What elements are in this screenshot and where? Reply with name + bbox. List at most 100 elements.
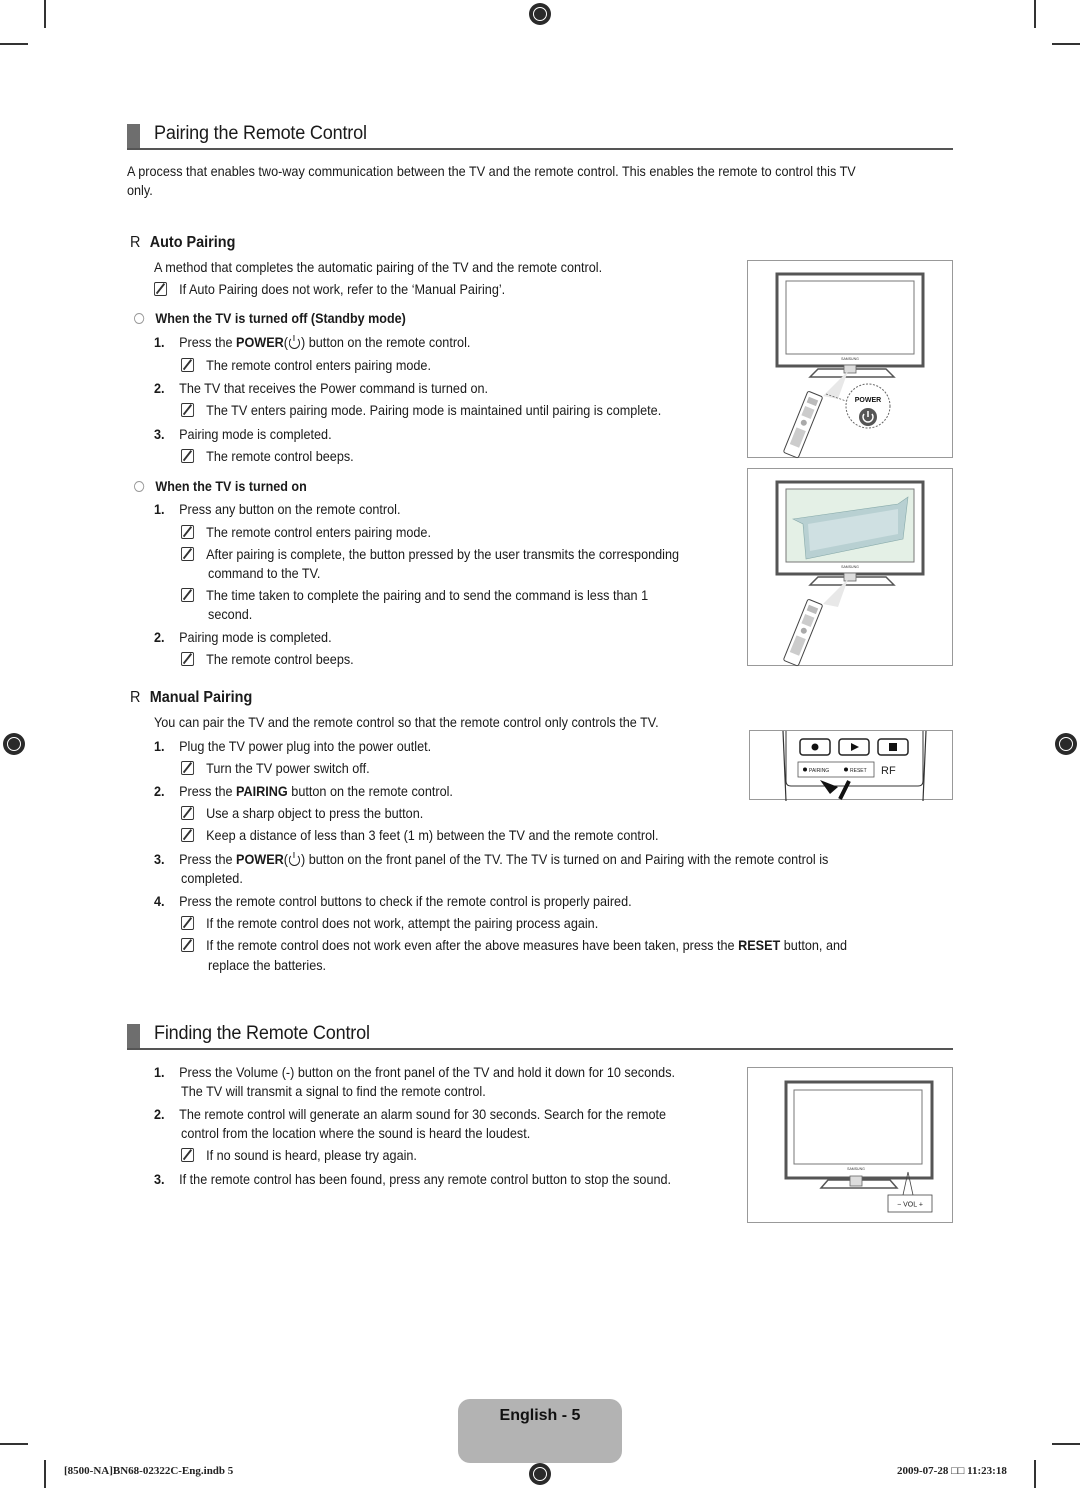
power-icon	[288, 852, 301, 866]
arrow-icon	[820, 780, 838, 794]
figure-pairing-button: PAIRING RESET RF	[749, 730, 953, 801]
note-icon	[181, 938, 195, 952]
note: If the remote control does not work, att…	[181, 914, 598, 933]
reset-button-label: RESET	[850, 768, 867, 774]
registration-mark-icon	[1055, 733, 1077, 755]
section-heading-finding: Finding the Remote Control	[127, 1023, 953, 1050]
note: The TV enters pairing mode. Pairing mode…	[181, 401, 661, 420]
page-number: English - 5	[499, 1407, 581, 1424]
step-cont: control from the location where the soun…	[181, 1126, 531, 1141]
remote-control-icon	[783, 391, 823, 459]
step: 3. Press the POWER() button on the front …	[154, 852, 829, 867]
power-label: POWER	[855, 397, 881, 404]
step: 2. Pairing mode is completed.	[154, 630, 332, 645]
circle-bullet-icon	[134, 313, 145, 324]
condition-title: When the TV is turned on	[155, 479, 307, 494]
vol-button-label: − VOL +	[897, 1202, 923, 1209]
crop-mark	[44, 0, 46, 28]
note-cont: replace the batteries.	[208, 958, 327, 973]
note: The time taken to complete the pairing a…	[181, 586, 648, 605]
note-icon	[181, 761, 195, 775]
step: 2. Press the PAIRING button on the remote…	[154, 784, 453, 799]
note-cont: second.	[208, 607, 253, 622]
note: Turn the TV power switch off.	[181, 759, 370, 778]
heading-bar	[127, 1024, 140, 1048]
condition-turned-on: When the TV is turned on	[134, 479, 307, 494]
section-title: Pairing the Remote Control	[154, 123, 367, 144]
bullet-marker: R	[130, 689, 141, 706]
subsection-title: Auto Pairing	[149, 234, 236, 251]
subsection-title: Manual Pairing	[149, 689, 253, 706]
svg-text:SAMSUNG: SAMSUNG	[841, 565, 859, 569]
note-icon	[181, 449, 195, 463]
step: 2. The TV that receives the Power command…	[154, 381, 489, 396]
note: If Auto Pairing does not work, refer to …	[154, 280, 505, 299]
figure-tv-remote-power: SAMSUNG POWER	[747, 260, 953, 459]
step: 2. The remote control will generate an al…	[154, 1107, 667, 1122]
heading-bar	[127, 124, 140, 148]
step-cont: completed.	[181, 871, 243, 886]
note-icon	[181, 547, 195, 561]
note-icon	[181, 652, 195, 666]
registration-mark-icon	[529, 3, 551, 25]
note-icon	[181, 806, 195, 820]
footer-timestamp: 2009-07-28 □□ 11:23:18	[897, 1465, 1007, 1477]
crop-mark	[1052, 1443, 1080, 1445]
intro-text: A process that enables two-way communica…	[127, 164, 856, 179]
subsection-auto-pairing: R Auto Pairing	[130, 234, 235, 252]
rf-label: RF	[881, 765, 896, 777]
note-icon	[181, 525, 195, 539]
remote-control-icon	[783, 599, 823, 667]
step: 3. Pairing mode is completed.	[154, 427, 332, 442]
pairing-button-label: PAIRING	[809, 768, 829, 774]
note: Keep a distance of less than 3 feet (1 m…	[181, 826, 658, 845]
crop-mark	[0, 43, 28, 45]
power-icon	[288, 335, 301, 349]
note: If no sound is heard, please try again.	[181, 1146, 417, 1165]
note-icon	[181, 358, 195, 372]
note-icon	[181, 588, 195, 602]
note: Use a sharp object to press the button.	[181, 804, 423, 823]
crop-mark	[1034, 1460, 1036, 1488]
circle-bullet-icon	[134, 481, 145, 492]
crop-mark	[44, 1460, 46, 1488]
step: 3. If the remote control has been found, …	[154, 1172, 672, 1187]
note: The remote control enters pairing mode.	[181, 523, 431, 542]
registration-mark-icon	[3, 733, 25, 755]
intro-text-cont: only.	[127, 183, 153, 198]
note: The remote control enters pairing mode.	[181, 356, 431, 375]
section-title: Finding the Remote Control	[154, 1023, 370, 1044]
crop-mark	[1052, 43, 1080, 45]
step-cont: The TV will transmit a signal to find th…	[181, 1084, 486, 1099]
condition-title: When the TV is turned off (Standby mode)	[155, 311, 406, 326]
note-icon	[181, 403, 195, 417]
condition-standby: When the TV is turned off (Standby mode)	[134, 311, 406, 326]
step: 1. Press any button on the remote control…	[154, 502, 401, 517]
step: 1. Press the POWER() button on the remote…	[154, 335, 471, 350]
step: 1. Plug the TV power plug into the power …	[154, 739, 432, 754]
note-cont: command to the TV.	[208, 566, 321, 581]
registration-mark-icon	[529, 1463, 551, 1485]
page-number-tab: English - 5	[458, 1399, 622, 1463]
note-icon	[181, 916, 195, 930]
manual-desc: You can pair the TV and the remote contr…	[154, 715, 659, 730]
note: If the remote control does not work even…	[181, 936, 847, 955]
svg-text:SAMSUNG: SAMSUNG	[847, 1167, 865, 1171]
note: After pairing is complete, the button pr…	[181, 545, 679, 564]
note: The remote control beeps.	[181, 650, 354, 669]
footer-filename: [8500-NA]BN68-02322C-Eng.indb 5	[64, 1465, 234, 1477]
crop-mark	[1034, 0, 1036, 28]
auto-desc: A method that completes the automatic pa…	[154, 260, 603, 275]
step: 1. Press the Volume (-) button on the fro…	[154, 1065, 676, 1080]
subsection-manual-pairing: R Manual Pairing	[130, 689, 252, 707]
step: 4. Press the remote control buttons to ch…	[154, 894, 632, 909]
section-heading-pairing: Pairing the Remote Control	[127, 123, 953, 150]
crop-mark	[0, 1443, 28, 1445]
bullet-marker: R	[130, 234, 141, 251]
brand-logo: SAMSUNG	[841, 357, 859, 361]
note: The remote control beeps.	[181, 447, 354, 466]
figure-tv-on-remote: SAMSUNG	[747, 468, 953, 667]
figure-tv-volume: SAMSUNG − VOL +	[747, 1067, 953, 1223]
note-icon	[154, 282, 168, 296]
note-text: If Auto Pairing does not work, refer to …	[179, 282, 506, 297]
